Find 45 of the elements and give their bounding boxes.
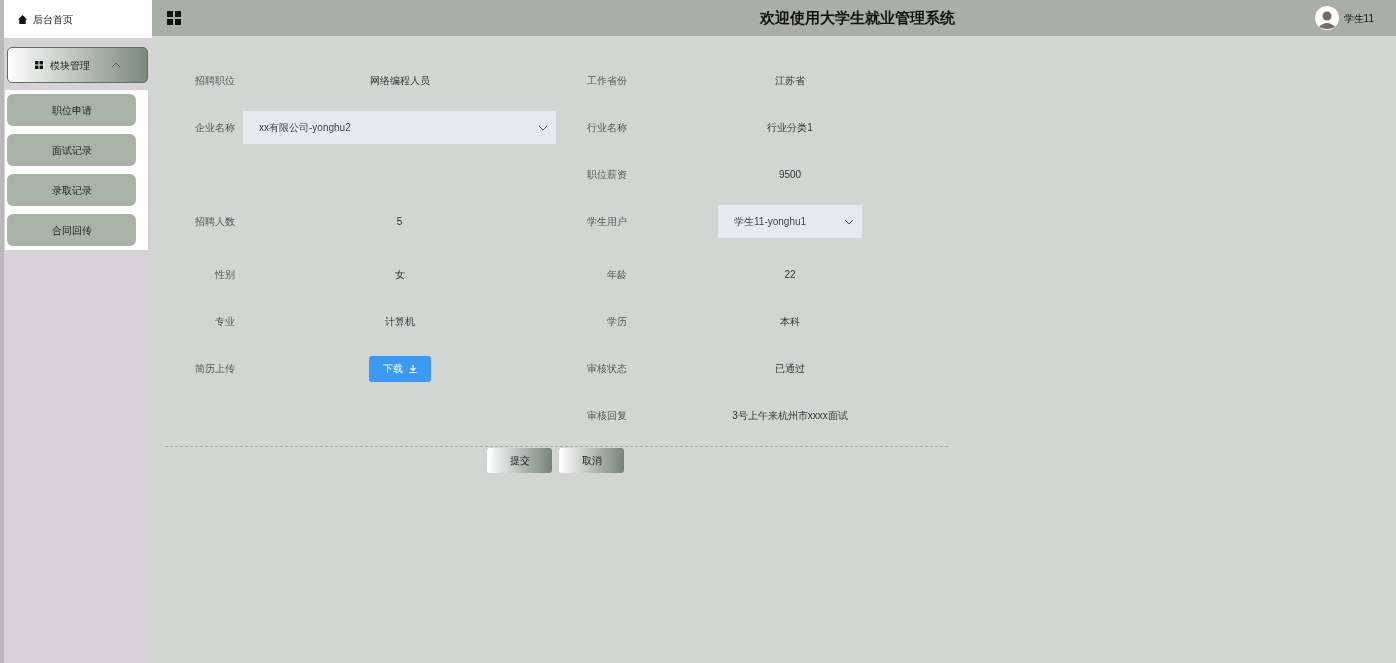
form-button[interactable]: 取消 xyxy=(559,448,624,473)
field-label: 行业名称 xyxy=(587,121,627,135)
sidebar-item[interactable]: 合同回传 xyxy=(7,214,136,246)
field-label: 招聘人数 xyxy=(194,215,235,229)
field-value: 江苏省 xyxy=(775,74,805,88)
field-value: 网络编程人员 xyxy=(369,74,430,88)
download-icon xyxy=(408,364,417,373)
field-value: 5 xyxy=(396,215,403,229)
field-value: 计算机 xyxy=(384,315,415,329)
grid-icon xyxy=(167,11,181,25)
chevron-up-icon xyxy=(110,62,121,68)
menu-toggle[interactable]: 模块管理 xyxy=(7,47,148,83)
select-field[interactable]: xx有限公司-yonghu2 xyxy=(243,111,556,144)
field-label: 招聘职位 xyxy=(194,74,235,88)
sidebar-item[interactable]: 面试记录 xyxy=(7,134,136,166)
field-label: 工作省份 xyxy=(587,74,627,88)
field-value: 3号上午来杭州市xxxx面试 xyxy=(732,409,848,423)
field-label: 审核状态 xyxy=(587,362,627,376)
user-name: 学生11 xyxy=(1343,11,1374,26)
home-tab[interactable]: 后台首页 xyxy=(4,0,152,38)
select-field[interactable]: 学生11-yonghu1 xyxy=(718,205,862,238)
chevron-down-icon xyxy=(538,124,548,131)
field-label: 企业名称 xyxy=(194,121,235,135)
grid-icon xyxy=(34,61,43,69)
field-label: 专业 xyxy=(214,315,235,329)
sidebar-item[interactable]: 职位申请 xyxy=(7,94,136,126)
field-label: 学历 xyxy=(606,315,627,329)
avatar-icon[interactable] xyxy=(1314,6,1339,30)
field-value: 女 xyxy=(394,268,405,282)
field-label: 职位薪资 xyxy=(587,168,627,182)
field-value: 本科 xyxy=(780,315,800,329)
field-label: 年龄 xyxy=(606,268,627,282)
field-label: 审核回复 xyxy=(587,409,627,423)
field-label: 性别 xyxy=(214,268,235,282)
page-title: 欢迎使用大学生就业管理系统 xyxy=(759,7,957,28)
field-value: 已通过 xyxy=(775,362,805,376)
home-icon xyxy=(18,14,27,24)
field-label: 学生用户 xyxy=(587,215,627,229)
field-value: 22 xyxy=(784,268,796,282)
field-value: 9500 xyxy=(778,168,802,182)
chevron-down-icon xyxy=(844,218,854,225)
field-value: 行业分类1 xyxy=(767,121,813,135)
field-label: 简历上传 xyxy=(194,362,235,376)
form-button[interactable]: 提交 xyxy=(487,448,552,473)
sidebar-item[interactable]: 录取记录 xyxy=(7,174,136,206)
